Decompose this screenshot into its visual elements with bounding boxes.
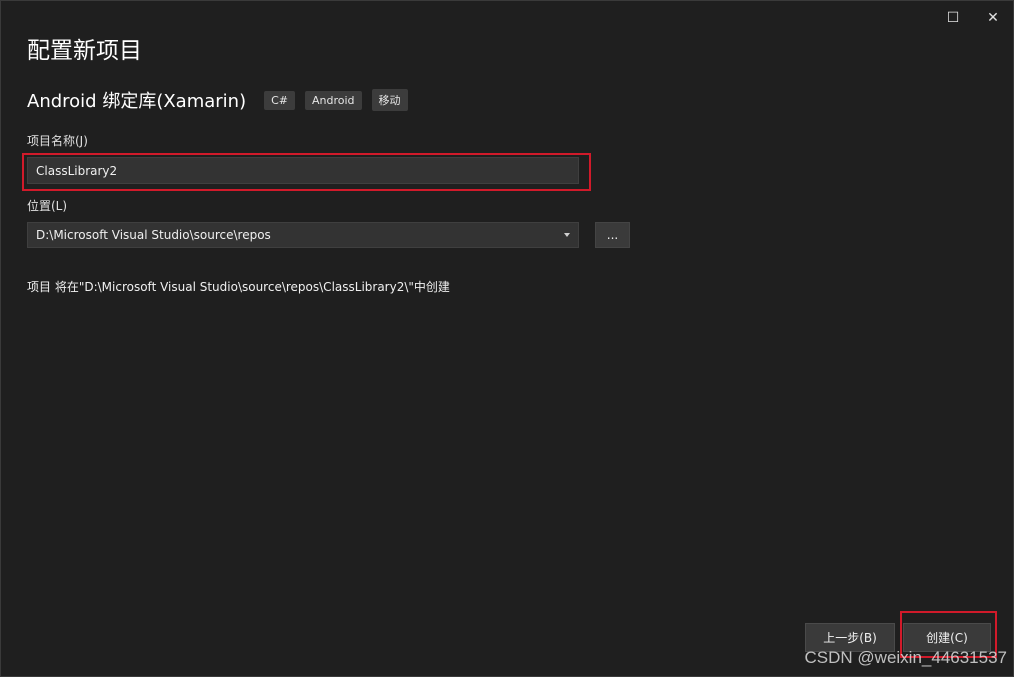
tag-project-type: 移动 (371, 89, 408, 111)
tag-language: C# (264, 90, 295, 110)
tag-platform: Android (305, 90, 362, 110)
template-info: Android 绑定库(Xamarin) C# Android 移动 (27, 87, 408, 113)
location-value: D:\Microsoft Visual Studio\source\repos (36, 228, 271, 242)
template-name: Android 绑定库(Xamarin) (27, 91, 247, 112)
project-name-input[interactable]: ClassLibrary2 (27, 157, 579, 184)
browse-button[interactable]: ... (595, 222, 630, 248)
close-icon[interactable]: ✕ (973, 1, 1013, 35)
watermark: CSDN @weixin_44631537 (804, 648, 1007, 667)
configure-project-dialog: ☐ ✕ 配置新项目 Android 绑定库(Xamarin) C# Androi… (0, 0, 1014, 677)
window-controls: ☐ ✕ (933, 1, 1013, 35)
location-label: 位置(L) (27, 199, 68, 213)
page-title: 配置新项目 (27, 38, 142, 64)
maximize-icon[interactable]: ☐ (933, 1, 973, 35)
project-name-label: 项目名称(J) (27, 134, 88, 148)
location-dropdown[interactable]: D:\Microsoft Visual Studio\source\repos (27, 222, 579, 248)
chevron-down-icon (564, 233, 570, 237)
creation-path-note: 项目 将在"D:\Microsoft Visual Studio\source\… (27, 280, 450, 294)
project-name-value: ClassLibrary2 (36, 163, 118, 178)
